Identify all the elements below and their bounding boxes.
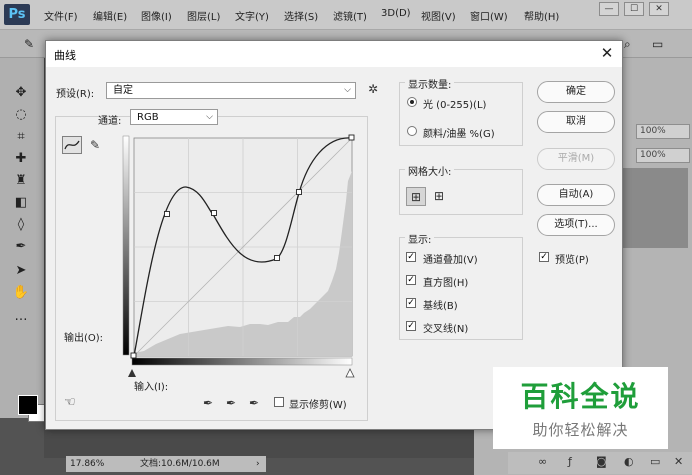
black-eyedropper-icon[interactable]: ✒ (200, 395, 216, 411)
maximize-button[interactable]: ☐ (624, 2, 644, 16)
curve-area-box (55, 116, 368, 421)
tools-panel: ✥ ◌ ⌗ ✚ ♜ ◧ ◊ ✒ ➤ ✋ … (0, 58, 46, 422)
menu-window[interactable]: 窗口(W) (470, 8, 508, 23)
light-radio-label: 光 (0-255)(L) (423, 100, 487, 111)
hand-tool-icon[interactable]: ✋ (10, 284, 32, 302)
fill-field[interactable]: 100% (636, 148, 690, 163)
close-app-button[interactable]: ✕ (649, 2, 669, 16)
gear-icon[interactable]: ✲ (368, 82, 378, 96)
menu-3d[interactable]: 3D(D) (381, 8, 411, 19)
channel-overlay-label: 通道叠加(V) (423, 255, 478, 266)
stamp-tool-icon[interactable]: ♜ (10, 172, 32, 190)
search-icon[interactable]: ⌕ (624, 37, 631, 52)
preset-label: 预设(R): (56, 89, 95, 100)
minimize-button[interactable]: — (599, 2, 619, 16)
intersection-line-checkbox[interactable]: ✓ (406, 321, 416, 331)
grid-size-title: 网格大小: (405, 163, 455, 178)
smooth-button[interactable]: 平滑(M) (537, 148, 615, 170)
channel-select[interactable]: RGB ⌵ (130, 109, 218, 125)
pigment-radio-label: 颜料/油墨 %(G) (423, 129, 495, 140)
adjustment-icon[interactable]: ◐ (624, 455, 634, 468)
dialog-titlebar[interactable]: 曲线 ✕ (46, 41, 622, 67)
input-label: 输入(I): (134, 382, 169, 393)
document-status-bar: 17.86% 文档:10.6M/10.6M › (66, 456, 266, 472)
chevron-right-icon[interactable]: › (256, 456, 260, 472)
show-title: 显示: (405, 231, 435, 246)
lasso-tool-icon[interactable]: ◌ (10, 106, 32, 124)
display-amount-title: 显示数量: (405, 76, 455, 91)
baseline-label: 基线(B) (423, 301, 458, 312)
watermark-subtitle: 助你轻松解决 (532, 421, 629, 439)
simple-grid-icon[interactable]: ⊞ (406, 187, 426, 206)
blur-tool-icon[interactable]: ◊ (10, 216, 32, 234)
zoom-level: 17.86% (70, 459, 105, 469)
watermark-title: 百科全说 (520, 380, 641, 413)
photoshop-logo: Ps (4, 4, 30, 25)
pen-tool-icon[interactable]: ✒ (10, 238, 32, 256)
pigment-radio[interactable] (407, 126, 417, 136)
preview-label: 预览(P) (555, 255, 589, 266)
menu-help[interactable]: 帮助(H) (524, 8, 559, 23)
menu-filter[interactable]: 滤镜(T) (333, 8, 367, 23)
preset-value: 自定 (113, 85, 133, 96)
detailed-grid-icon[interactable]: ⊞ (429, 187, 449, 206)
gray-eyedropper-icon[interactable]: ✒ (223, 395, 239, 411)
baseline-checkbox[interactable]: ✓ (406, 298, 416, 308)
dialog-title: 曲线 (54, 49, 76, 62)
layer-thumbnail[interactable] (618, 168, 688, 248)
chevron-down-icon: ⌵ (206, 112, 213, 122)
menu-layer[interactable]: 图层(L) (187, 8, 220, 23)
menu-file[interactable]: 文件(F) (44, 8, 78, 23)
more-tools-icon[interactable]: … (10, 308, 32, 326)
histogram-label: 直方图(H) (423, 278, 469, 289)
folder-icon[interactable]: ▭ (650, 455, 660, 468)
options-button[interactable]: 选项(T)... (537, 214, 615, 236)
intersection-line-label: 交叉线(N) (423, 324, 469, 335)
curve-edit-mode-button[interactable] (62, 136, 82, 154)
opacity-field[interactable]: 100% (636, 124, 690, 139)
channel-overlay-checkbox[interactable]: ✓ (406, 252, 416, 262)
curve-icon (64, 140, 80, 150)
close-icon[interactable]: ✕ (598, 44, 616, 62)
preset-select[interactable]: 自定 ⌵ (106, 82, 356, 99)
show-clipping-label: 显示修剪(W) (289, 400, 347, 411)
light-radio[interactable] (407, 97, 417, 107)
document-size: 文档:10.6M/10.6M (140, 459, 220, 469)
selection-tool-icon[interactable]: ➤ (10, 262, 32, 280)
link-icon[interactable]: ∞ (538, 455, 547, 468)
white-eyedropper-icon[interactable]: ✒ (246, 395, 262, 411)
fx-icon[interactable]: ƒ (568, 455, 572, 468)
auto-button[interactable]: 自动(A) (537, 184, 615, 206)
hand-adjust-icon[interactable]: ☜ (64, 395, 76, 410)
foreground-color-swatch[interactable] (18, 395, 38, 415)
menu-select[interactable]: 选择(S) (284, 8, 318, 23)
eyedropper-tool-icon[interactable]: ✎ (24, 37, 34, 51)
channel-value: RGB (137, 112, 159, 123)
crop-tool-icon[interactable]: ⌗ (10, 128, 32, 146)
preview-checkbox[interactable]: ✓ (539, 252, 549, 262)
watermark: 百科全说 助你轻松解决 (493, 367, 668, 449)
ok-button[interactable]: 确定 (537, 81, 615, 103)
workspace-icon[interactable]: ▭ (652, 37, 663, 51)
menu-image[interactable]: 图像(I) (141, 8, 172, 23)
pencil-icon[interactable]: ✎ (87, 136, 103, 154)
trash-icon[interactable]: ✕ (674, 455, 683, 468)
eraser-tool-icon[interactable]: ◧ (10, 194, 32, 212)
menu-bar: Ps 文件(F) 编辑(E) 图像(I) 图层(L) 文字(Y) 选择(S) 滤… (0, 0, 692, 30)
chevron-down-icon: ⌵ (344, 85, 351, 95)
show-clipping-checkbox[interactable] (274, 397, 284, 407)
cancel-button[interactable]: 取消 (537, 111, 615, 133)
menu-edit[interactable]: 编辑(E) (93, 8, 127, 23)
mask-icon[interactable]: ◙ (596, 455, 607, 468)
output-label: 输出(O): (64, 333, 104, 344)
healing-tool-icon[interactable]: ✚ (10, 150, 32, 168)
layers-footer: ∞ ƒ ◙ ◐ ▭ ✕ (508, 452, 692, 474)
menu-view[interactable]: 视图(V) (421, 8, 456, 23)
histogram-checkbox[interactable]: ✓ (406, 275, 416, 285)
menu-type[interactable]: 文字(Y) (235, 8, 269, 23)
channel-label: 通道: (98, 116, 122, 127)
move-tool-icon[interactable]: ✥ (10, 84, 32, 102)
